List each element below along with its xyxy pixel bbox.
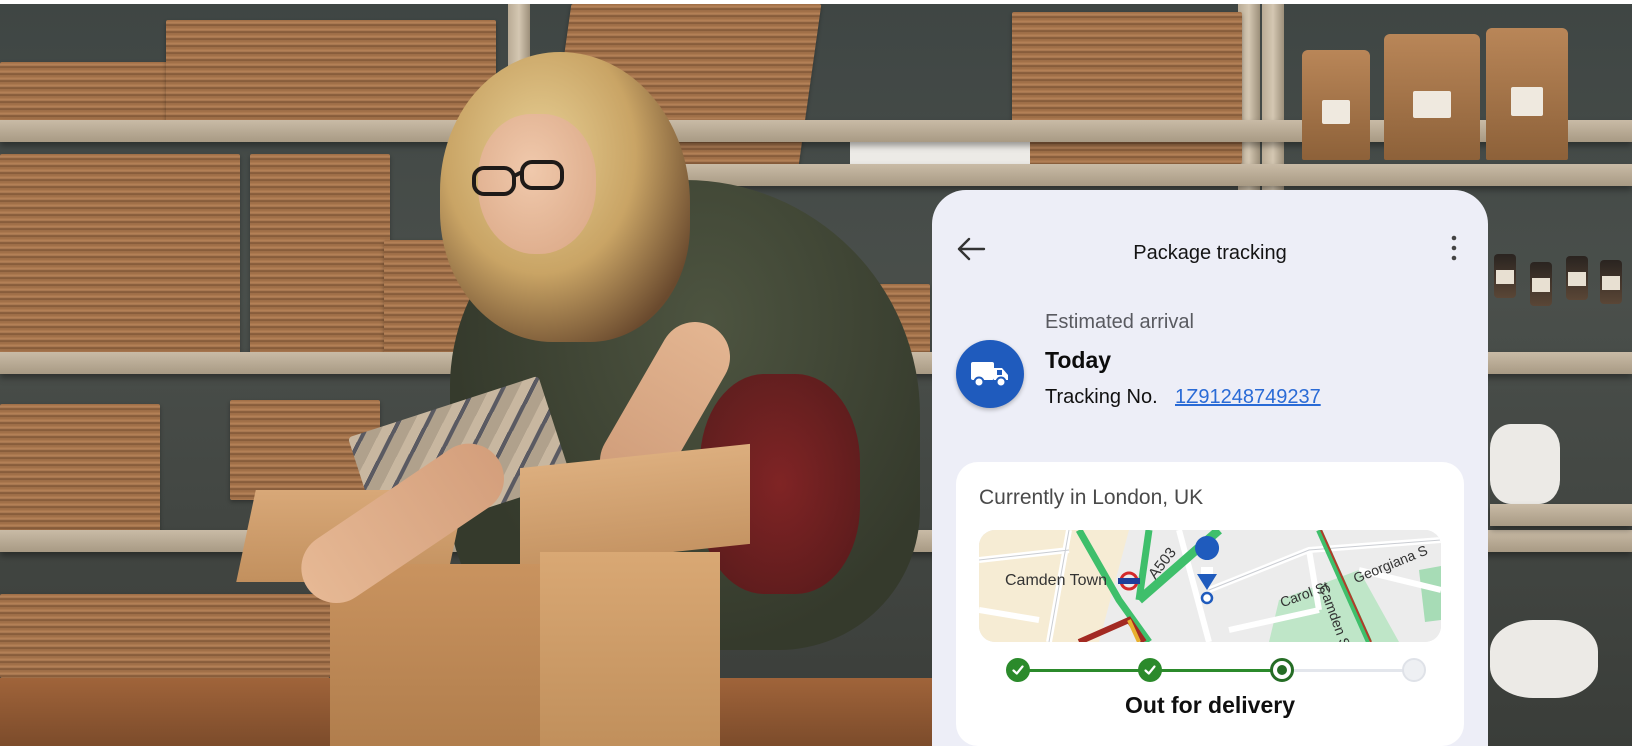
tracking-number-link[interactable]: 1Z91248749237 [1175,386,1321,409]
jar [1600,260,1622,304]
coffee-bag [1384,34,1480,160]
step-current-dot [1270,658,1294,682]
checkmark-icon [1012,665,1024,675]
checkmark-icon [1144,665,1156,675]
jar [1566,256,1588,300]
estimated-arrival-value: Today [1045,347,1112,373]
package-tracking-card: Package tracking Estimated arrival Today… [932,190,1488,746]
delivery-progress-tracker [1006,658,1426,682]
delivery-truck-badge [956,340,1024,408]
cardboard-stack [0,594,330,678]
coffee-bag [1302,50,1370,160]
coffee-bag [1486,28,1568,160]
progress-segment [1018,669,1150,672]
location-map[interactable]: Camden Town A503 Carol St Georgiana S Ca… [979,530,1441,642]
page-title: Package tracking [1133,242,1287,264]
more-vertical-icon [1451,235,1457,261]
jar [1494,254,1516,298]
cardboard-stack [0,62,170,124]
fabric-roll [1490,424,1560,504]
delivery-status: Out for delivery [1125,692,1295,718]
shelf-board [1490,504,1632,526]
cardboard-stack [250,154,390,354]
shipment-status-panel: Currently in London, UK Camden Town A503… [956,462,1464,746]
shelf-board [680,164,1632,186]
app-header: Package tracking [932,190,1488,302]
more-options-button[interactable] [1442,230,1466,266]
step-complete-icon [1006,658,1030,682]
map-label: Camden Town [1005,572,1107,589]
cardboard-stack [0,154,240,354]
delivery-truck-icon [971,362,1008,388]
step-complete-icon [1138,658,1162,682]
step-pending-dot [1402,658,1426,682]
glasses-icon [472,160,564,196]
jar [1530,262,1552,306]
current-location: Currently in London, UK [979,486,1204,509]
box-side [540,552,720,746]
tracking-number-label: Tracking No. [1045,386,1158,408]
progress-segment [1282,669,1414,672]
estimated-arrival-label: Estimated arrival [1045,311,1194,333]
paper-sheet [850,142,1030,166]
fabric-bundle [1490,620,1598,698]
cardboard-stack [0,404,160,534]
progress-segment [1150,669,1282,672]
cardboard-stack [166,20,496,124]
